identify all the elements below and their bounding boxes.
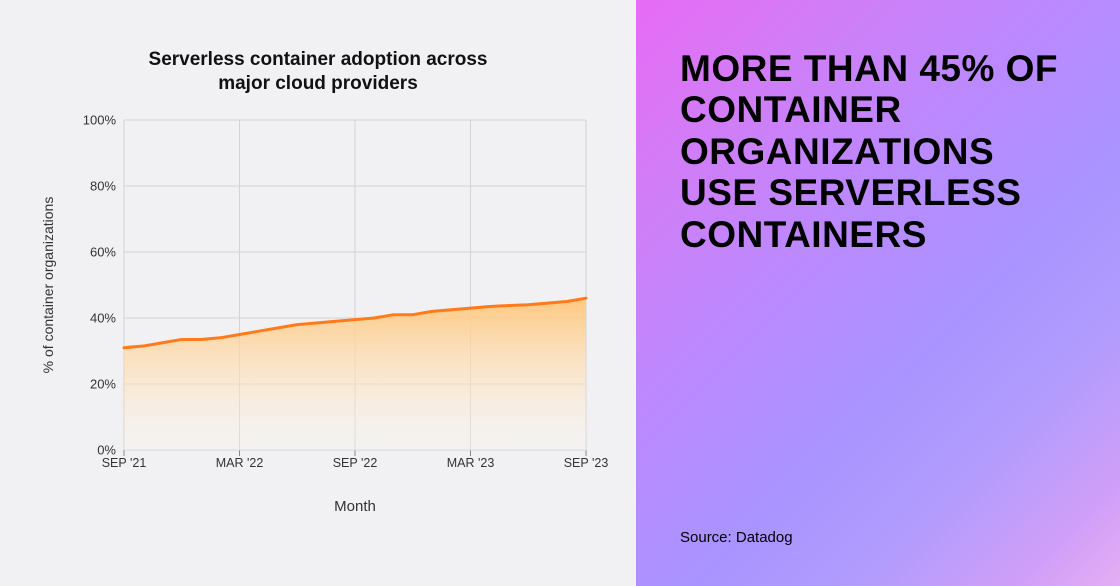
y-tick-label: 60% (90, 245, 116, 260)
headline-text: MORE THAN 45% OF CONTAINER ORGANIZATIONS… (680, 48, 1076, 255)
x-tick-label: MAR '23 (447, 456, 495, 470)
chart-panel: Serverless container adoption acrossmajo… (0, 0, 636, 586)
x-tick-label: MAR '22 (216, 456, 264, 470)
chart-title: Serverless container adoption acrossmajo… (0, 48, 636, 96)
chart-title-line1: Serverless container adoption acrossmajo… (149, 49, 488, 94)
x-axis-label: Month (334, 498, 376, 515)
plot-svg (124, 120, 586, 450)
x-tick-label: SEP '22 (333, 456, 378, 470)
source-text: Source: Datadog (680, 529, 1076, 546)
y-tick-label: 40% (90, 311, 116, 326)
figure-root: Serverless container adoption acrossmajo… (0, 0, 1120, 586)
y-tick-label: 100% (83, 113, 116, 128)
x-tick-label: SEP '23 (564, 456, 609, 470)
y-tick-label: 80% (90, 179, 116, 194)
y-axis-label: % of container organizations (40, 197, 56, 374)
y-tick-label: 20% (90, 377, 116, 392)
x-tick-label: SEP '21 (102, 456, 147, 470)
callout-panel: MORE THAN 45% OF CONTAINER ORGANIZATIONS… (636, 0, 1120, 586)
